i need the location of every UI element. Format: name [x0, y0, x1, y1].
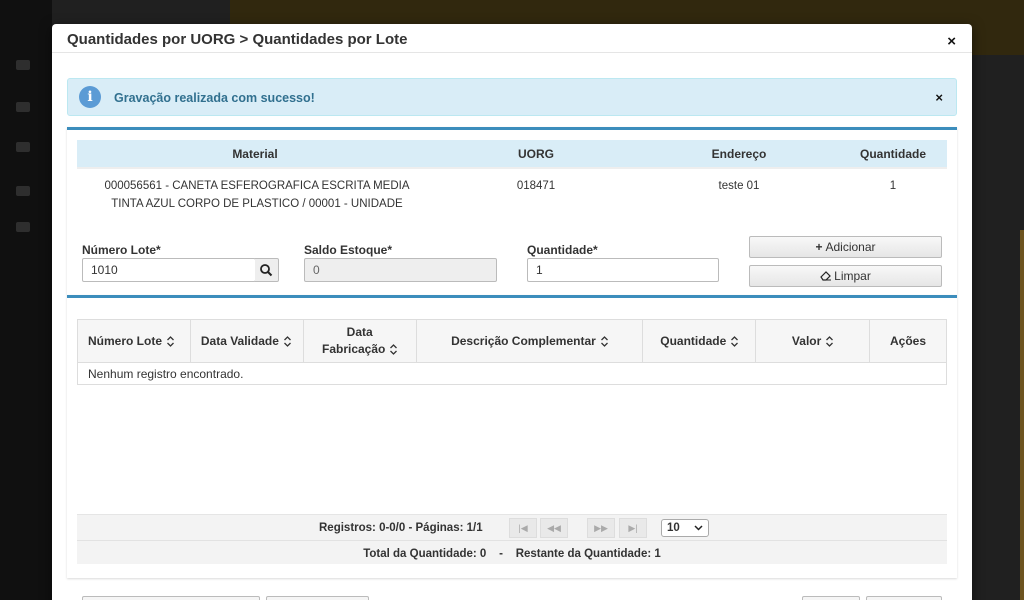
quantidade-column[interactable]: Quantidade [642, 319, 757, 363]
valor-column[interactable]: Valor [755, 319, 871, 363]
lotes-table: Número Lote Data Validade Data Fabricação… [77, 319, 947, 385]
numero-lote-input[interactable] [82, 258, 256, 282]
prev-page-button[interactable]: ◀◀ [540, 518, 568, 538]
chevron-down-icon [694, 525, 703, 531]
paginator-info: Registros: 0-0/0 - Páginas: 1/1 [319, 522, 483, 534]
footer-button[interactable] [82, 596, 260, 600]
uorg-header: UORG [433, 140, 639, 169]
material-uorg: 018471 [516, 180, 556, 192]
lote-modal: Quantidades por UORG > Quantidades por L… [52, 24, 972, 600]
empty-row: Nenhum registro encontrado. [77, 362, 947, 385]
footer-button[interactable] [266, 596, 369, 600]
last-page-button[interactable]: ▶| [619, 518, 647, 538]
endereco-header: Endereço [639, 140, 839, 169]
data-fabricacao-column[interactable]: Data Fabricação [302, 319, 417, 363]
modal-close-icon[interactable]: × [947, 34, 956, 49]
paginator: Registros: 0-0/0 - Páginas: 1/1 |◀ ◀◀ ▶▶… [77, 514, 947, 564]
alert-message: Gravação realizada com sucesso! [114, 91, 315, 105]
modal-header: Quantidades por UORG > Quantidades por L… [52, 24, 972, 53]
adicionar-button[interactable]: + Adicionar [749, 236, 942, 258]
quantidade-label: Quantidade* [527, 243, 598, 257]
acoes-column: Ações [869, 319, 947, 363]
sort-icon [167, 335, 174, 347]
page-size-select[interactable]: 10 [661, 519, 709, 537]
data-validade-column[interactable]: Data Validade [189, 319, 304, 363]
footer-button[interactable] [866, 596, 942, 600]
material-description: 000056561 - CANETA ESFEROGRAFICA ESCRITA… [104, 180, 410, 210]
saldo-estoque-input [304, 258, 497, 282]
adicionar-label: Adicionar [825, 240, 876, 254]
search-icon [260, 264, 273, 277]
material-endereco: teste 01 [718, 180, 760, 192]
material-quantidade: 1 [889, 180, 897, 192]
material-row: 000056561 - CANETA ESFEROGRAFICA ESCRITA… [77, 168, 947, 214]
paginator-controls: Registros: 0-0/0 - Páginas: 1/1 |◀ ◀◀ ▶▶… [77, 515, 947, 541]
quantidade-input[interactable] [527, 258, 719, 282]
lotes-panel: Número Lote Data Validade Data Fabricação… [67, 295, 957, 578]
sort-icon [600, 335, 608, 347]
page-size-value: 10 [667, 522, 680, 534]
quantidade-header: Quantidade [839, 140, 947, 169]
first-page-button[interactable]: |◀ [509, 518, 537, 538]
material-header: Material [77, 140, 433, 169]
sort-icon [826, 335, 834, 347]
next-page-button[interactable]: ▶▶ [587, 518, 615, 538]
descricao-column[interactable]: Descrição Complementar [415, 319, 644, 363]
material-table: Material UORG Endereço Quantidade 000056… [77, 140, 947, 214]
plus-icon: + [815, 240, 823, 254]
numero-lote-column[interactable]: Número Lote [77, 319, 191, 363]
modal-title: Quantidades por UORG > Quantidades por L… [67, 31, 408, 48]
eraser-icon [820, 271, 832, 281]
sort-icon [390, 344, 398, 356]
empty-message: Nenhum registro encontrado. [77, 362, 947, 385]
saldo-estoque-label: Saldo Estoque* [304, 243, 393, 257]
limpar-label: Limpar [834, 269, 871, 283]
numero-lote-label: Número Lote* [82, 243, 161, 257]
material-panel: Material UORG Endereço Quantidade 000056… [67, 127, 957, 295]
alert-close-icon[interactable]: × [935, 90, 943, 105]
sort-icon [283, 335, 291, 347]
limpar-button[interactable]: Limpar [749, 265, 942, 287]
info-icon: i [79, 86, 101, 108]
quantity-totals: Total da Quantidade: 0 - Restante da Qua… [363, 548, 661, 560]
search-lote-button[interactable] [255, 258, 279, 282]
footer-button[interactable] [802, 596, 860, 600]
sort-icon [731, 335, 739, 347]
success-alert: i Gravação realizada com sucesso! × [67, 78, 957, 116]
